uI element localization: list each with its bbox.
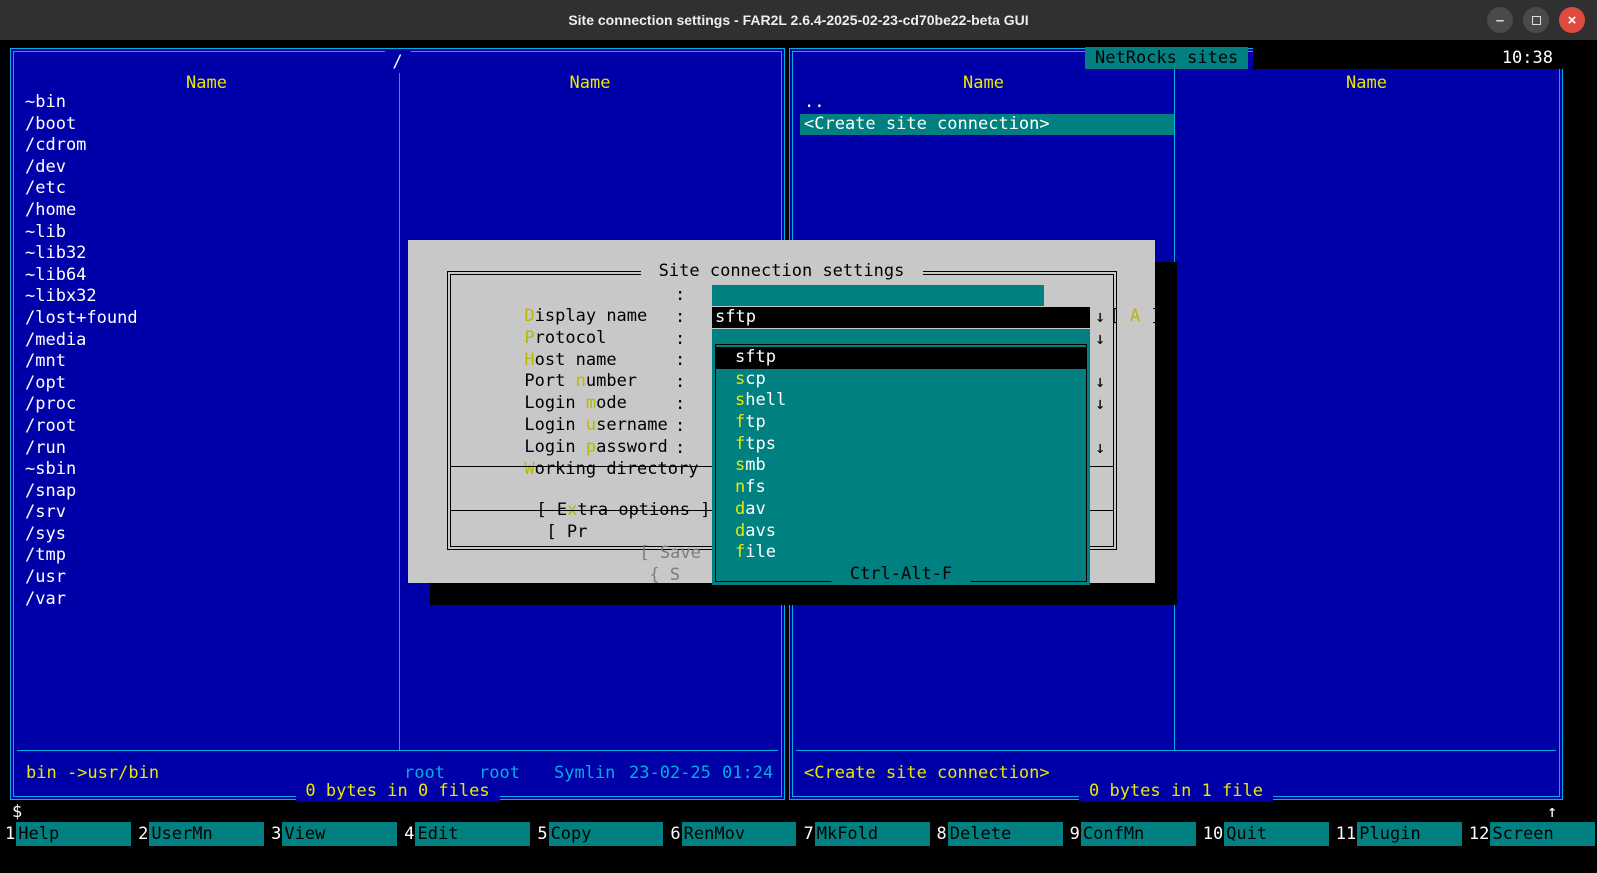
dropdown-arrow-icon[interactable]: ↓ (1095, 394, 1105, 415)
dropdown-item-sftp[interactable]: sftp (716, 347, 1086, 369)
fkey-delete[interactable]: 8Delete (934, 822, 1063, 846)
fkey-screen[interactable]: 12Screen (1466, 822, 1595, 846)
status-separator (17, 750, 778, 751)
file-item-up[interactable]: .. (804, 92, 1548, 114)
dialog-title: Site connection settings (640, 260, 922, 282)
file-item[interactable]: /etc (25, 178, 770, 200)
left-column-header-2: Name (399, 72, 781, 94)
command-prompt[interactable]: $ (12, 801, 22, 823)
fkey-help[interactable]: 1Help (2, 822, 131, 846)
status-file-kind: Symlin (554, 762, 615, 784)
maximize-icon (1532, 16, 1541, 25)
status-file-name: bin ->usr/bin (26, 762, 159, 784)
fkey-confmn[interactable]: 9ConfMn (1067, 822, 1196, 846)
label-port-number: Port number : (463, 350, 637, 371)
fkey-usermn[interactable]: 2UserMn (135, 822, 264, 846)
close-icon: × (1568, 13, 1577, 28)
clock: 10:38 (1502, 47, 1553, 69)
maximize-button[interactable] (1523, 7, 1549, 33)
protocol-combobox[interactable]: sftp (712, 307, 1090, 328)
right-column-header-1: Name (793, 72, 1174, 94)
top-right-strip: 10:38 (1253, 47, 1563, 69)
label-host-name: Host name : (463, 329, 617, 350)
dropdown-item-nfs[interactable]: nfs (716, 477, 1086, 499)
status-file-time: 01:24 (722, 762, 773, 784)
right-file-list: .. <Create site connection> (804, 92, 1548, 135)
dropdown-shortcut-hint: Ctrl-Alt-F (832, 563, 971, 585)
fkey-mkfold[interactable]: 7MkFold (800, 822, 929, 846)
right-panel-totals: 0 bytes in 1 file (1079, 780, 1273, 802)
close-button[interactable]: × (1559, 7, 1585, 33)
window-title: Site connection settings - FAR2L 2.6.4-2… (568, 12, 1028, 28)
dropdown-item-ftps[interactable]: ftps (716, 434, 1086, 456)
fkey-copy[interactable]: 5Copy (534, 822, 663, 846)
file-item-selected[interactable]: <Create site connection> (800, 114, 1174, 136)
save-button[interactable]: [ Save ] (639, 543, 721, 563)
scroll-up-icon[interactable]: ↑ (1547, 801, 1557, 823)
dropdown-item-scp[interactable]: scp (716, 369, 1086, 391)
label-login-mode: Login mode : (463, 372, 627, 393)
left-panel-totals: 0 bytes in 0 files (295, 780, 499, 802)
dialog-save-row: [ Save ] { S (578, 520, 721, 542)
fkey-edit[interactable]: 4Edit (401, 822, 530, 846)
label-login-username: Login username : (463, 394, 668, 415)
dropdown-item-file[interactable]: file (716, 542, 1086, 564)
protocol-dropdown: sftp scp shell ftp ftps smb nfs dav davs… (712, 341, 1090, 585)
status-file-date: 23-02-25 (629, 762, 711, 784)
status-file-name: <Create site connection> (804, 762, 1050, 784)
dropdown-item-davs[interactable]: davs (716, 521, 1086, 543)
label-working-directory: Working directory : (463, 438, 698, 459)
dropdown-arrow-icon[interactable]: ↓ (1095, 372, 1105, 393)
right-panel-title[interactable]: NetRocks sites (1085, 47, 1248, 69)
fkey-quit[interactable]: 10Quit (1200, 822, 1329, 846)
dropdown-arrow-icon[interactable]: ↓ (1095, 307, 1105, 328)
display-name-input[interactable] (712, 285, 1044, 306)
status-separator (796, 750, 1556, 751)
dropdown-item-dav[interactable]: dav (716, 499, 1086, 521)
file-item[interactable]: /cdrom (25, 135, 770, 157)
label-display-name: Display name : (463, 285, 647, 306)
fkey-renmov[interactable]: 6RenMov (667, 822, 796, 846)
dropdown-arrow-icon[interactable]: ↓ (1095, 329, 1105, 350)
dropdown-arrow-icon[interactable]: ↓ (1095, 438, 1105, 459)
left-panel-path[interactable]: / (384, 51, 410, 73)
file-item[interactable]: /dev (25, 157, 770, 179)
titlebar[interactable]: Site connection settings - FAR2L 2.6.4-2… (0, 0, 1597, 40)
dropdown-item-shell[interactable]: shell (716, 390, 1086, 412)
file-item[interactable]: ~bin (25, 92, 770, 114)
minimize-icon: – (1496, 13, 1504, 28)
display-name-button[interactable]: [ A ] (1048, 285, 1161, 306)
file-item[interactable]: /boot (25, 114, 770, 136)
fkey-plugin[interactable]: 11Plugin (1333, 822, 1462, 846)
right-column-header-2: Name (1174, 72, 1559, 94)
dropdown-list: sftp scp shell ftp ftps smb nfs dav davs… (716, 347, 1086, 564)
left-column-header-1: Name (14, 72, 399, 94)
minimize-button[interactable]: – (1487, 7, 1513, 33)
label-protocol: Protocol : (463, 307, 606, 328)
dropdown-item-smb[interactable]: smb (716, 455, 1086, 477)
label-login-password: Login password : (463, 416, 668, 437)
fkey-view[interactable]: 3View (268, 822, 397, 846)
file-item[interactable]: /home (25, 200, 770, 222)
partial-default-button[interactable]: { S (649, 565, 680, 585)
function-key-bar: 1Help 2UserMn 3View 4Edit 5Copy 6RenMov … (0, 822, 1597, 846)
dialog-button-row: [ Extra options ] [ Pr (475, 477, 710, 499)
window-controls: – × (1487, 7, 1585, 33)
dropdown-item-ftp[interactable]: ftp (716, 412, 1086, 434)
far2l-window: Site connection settings - FAR2L 2.6.4-2… (0, 0, 1597, 873)
